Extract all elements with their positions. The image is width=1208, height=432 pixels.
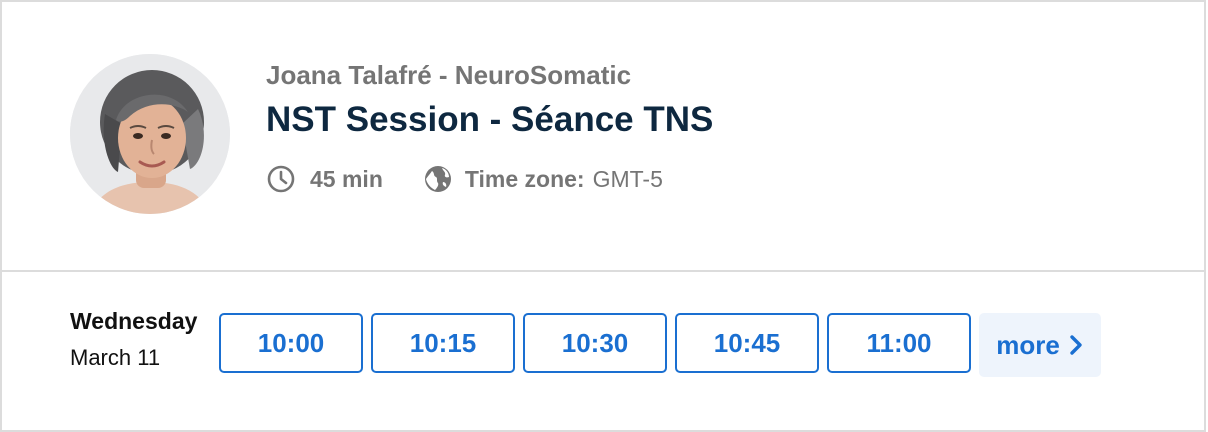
host-avatar [70, 54, 230, 214]
chevron-right-icon [1068, 334, 1084, 356]
more-times-button[interactable]: more [979, 313, 1101, 377]
event-header: Joana Talafré - NeuroSomatic NST Session… [2, 2, 1204, 272]
timezone-value[interactable]: GMT-5 [593, 166, 663, 193]
time-slot-button[interactable]: 10:45 [675, 313, 819, 373]
event-title: NST Session - Séance TNS [266, 100, 714, 139]
timezone-label: Time zone: [464, 165, 585, 192]
time-slot-button[interactable]: 10:15 [371, 313, 515, 373]
selected-day: Wednesday March 11 [70, 308, 197, 371]
more-times-label: more [996, 329, 1060, 360]
booking-card: Joana Talafré - NeuroSomatic NST Session… [0, 0, 1206, 432]
time-slot-button[interactable]: 10:00 [219, 313, 363, 373]
host-portrait [70, 54, 230, 214]
time-slot-button[interactable]: 11:00 [827, 313, 971, 373]
event-meta: 45 min Time zone: GMT-5 [266, 162, 663, 196]
day-date: March 11 [70, 345, 161, 370]
clock-icon [266, 164, 296, 194]
day-weekday: Wednesday [70, 308, 198, 334]
time-slot-button[interactable]: 10:30 [523, 313, 667, 373]
time-slots: 10:00 10:15 10:30 10:45 11:00 more [219, 313, 1101, 377]
event-duration: 45 min [310, 165, 383, 192]
globe-icon [423, 164, 453, 194]
host-name: Joana Talafré - NeuroSomatic [266, 60, 632, 90]
